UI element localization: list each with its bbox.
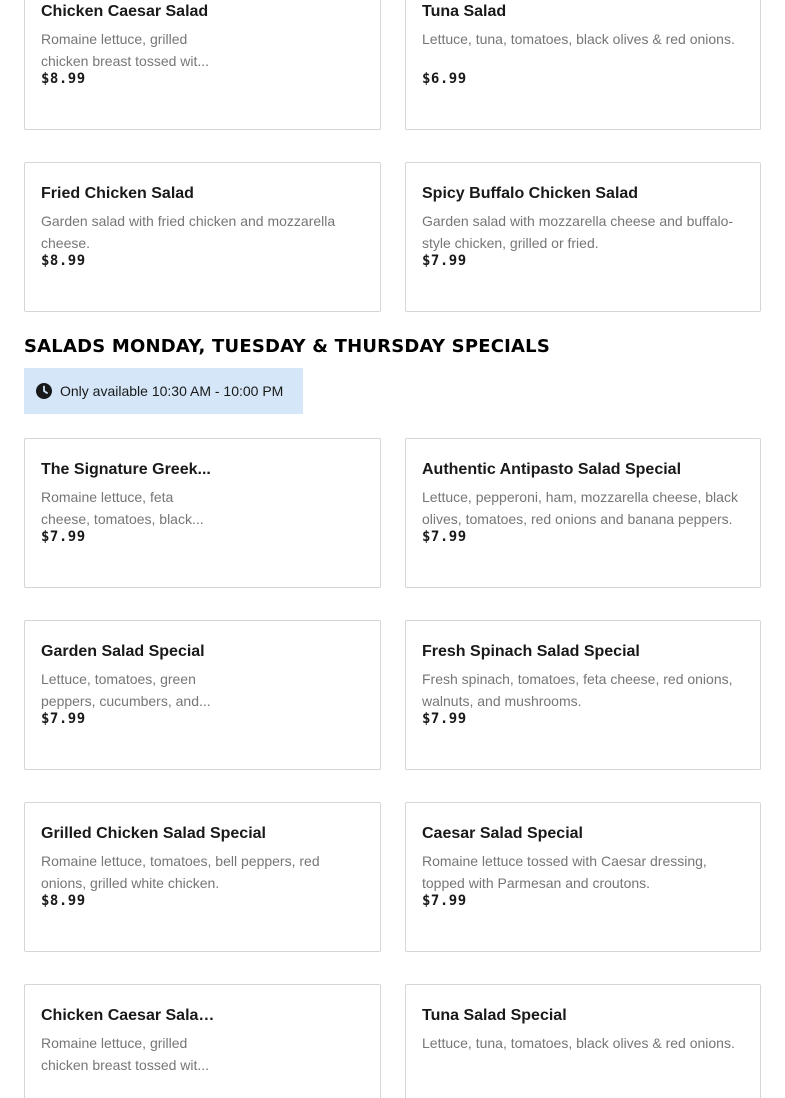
item-description: Garden salad with mozzarella cheese and … [422, 213, 734, 251]
item-price: $8.99 [41, 253, 86, 269]
item-price: $7.99 [422, 253, 467, 269]
availability-text: Only available 10:30 AM - 10:00 PM [60, 383, 284, 399]
clock-icon [36, 383, 52, 399]
menu-item-card[interactable]: Spicy Buffalo Chicken Salad Garden salad… [405, 162, 761, 312]
item-price: $8.99 [41, 71, 86, 87]
item-price: $6.99 [422, 71, 467, 87]
item-description: Lettuce, tomatoes, green peppers, cucumb… [41, 671, 211, 709]
menu-item-card[interactable]: Fresh Spinach Salad Special Fresh spinac… [405, 620, 761, 770]
item-description: Romaine lettuce, grilled chicken breast … [41, 31, 210, 69]
item-name: Authentic Antipasto Salad Special [422, 461, 682, 478]
item-name: Grilled Chicken Salad Special [41, 825, 266, 842]
item-price: $8.99 [41, 893, 86, 909]
item-name: Garden Salad Special [41, 643, 205, 660]
item-price: $7.99 [422, 711, 467, 727]
item-description: Romaine lettuce, grilled chicken breast … [41, 1035, 210, 1073]
salads-grid: Chicken Caesar Salad Romaine lettuce, gr… [24, 0, 761, 312]
menu-item-card[interactable]: Garden Salad Special Lettuce, tomatoes, … [24, 620, 381, 770]
section-title: SALADS MONDAY, TUESDAY & THURSDAY SPECIA… [24, 336, 550, 357]
item-description: Garden salad with fried chicken and mozz… [41, 213, 336, 251]
availability-banner: Only available 10:30 AM - 10:00 PM [24, 368, 303, 414]
item-name: Tuna Salad Special [422, 1007, 567, 1024]
menu-item-card[interactable]: Chicken Caesar Salad Romaine lettuce, gr… [24, 0, 381, 130]
menu-page: Chicken Caesar Salad Romaine lettuce, gr… [0, 0, 785, 1098]
menu-item-card[interactable]: Chicken Caesar Salad... Romaine lettuce,… [24, 984, 381, 1098]
item-price: $7.99 [422, 893, 467, 909]
item-price: $7.99 [41, 529, 86, 545]
item-name: The Signature Greek... [41, 461, 211, 478]
specials-grid: The Signature Greek... Romaine lettuce, … [24, 438, 761, 1098]
item-name: Chicken Caesar Salad... [41, 1007, 216, 1024]
item-name: Chicken Caesar Salad [41, 3, 209, 20]
item-price: $7.99 [422, 529, 467, 545]
menu-item-card[interactable]: Tuna Salad Lettuce, tuna, tomatoes, blac… [405, 0, 761, 130]
menu-item-card[interactable]: Authentic Antipasto Salad Special Lettuc… [405, 438, 761, 588]
menu-item-card[interactable]: Caesar Salad Special Romaine lettuce tos… [405, 802, 761, 952]
menu-item-card[interactable]: Tuna Salad Special Lettuce, tuna, tomato… [405, 984, 761, 1098]
item-name: Caesar Salad Special [422, 825, 583, 842]
menu-item-card[interactable]: Grilled Chicken Salad Special Romaine le… [24, 802, 381, 952]
item-description: Romaine lettuce tossed with Caesar dress… [422, 853, 707, 891]
menu-item-card[interactable]: Fried Chicken Salad Garden salad with fr… [24, 162, 381, 312]
menu-item-card[interactable]: The Signature Greek... Romaine lettuce, … [24, 438, 381, 588]
item-name: Fried Chicken Salad [41, 185, 194, 202]
item-description: Lettuce, pepperoni, ham, mozzarella chee… [422, 489, 738, 527]
item-name: Fresh Spinach Salad Special [422, 643, 640, 660]
item-description: Romaine lettuce, feta cheese, tomatoes, … [41, 489, 204, 527]
item-name: Spicy Buffalo Chicken Salad [422, 185, 639, 202]
item-name: Tuna Salad [422, 3, 507, 20]
item-description: Lettuce, tuna, tomatoes, black olives & … [422, 1035, 735, 1051]
item-description: Romaine lettuce, tomatoes, bell peppers,… [41, 853, 320, 891]
item-description: Fresh spinach, tomatoes, feta cheese, re… [422, 671, 733, 709]
item-price: $7.99 [41, 711, 86, 727]
item-description: Lettuce, tuna, tomatoes, black olives & … [422, 31, 735, 47]
